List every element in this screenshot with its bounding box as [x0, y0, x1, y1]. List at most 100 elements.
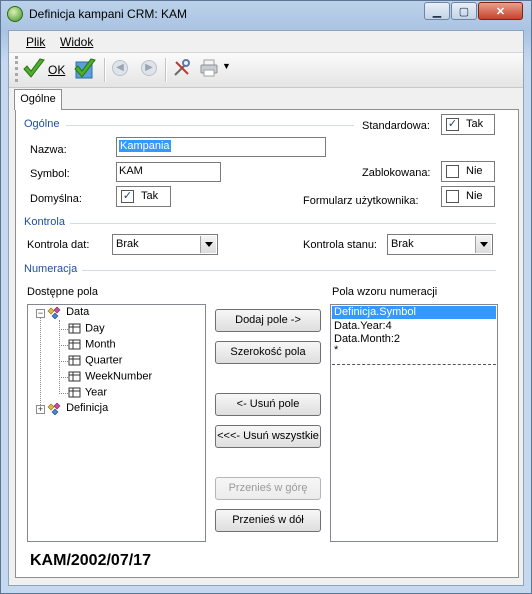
tree-node-definicja-label: Definicja	[66, 402, 109, 415]
dropdown-arrow-icon: ▼	[222, 61, 231, 71]
close-icon: ✕	[495, 5, 506, 18]
blocked-check-text: Nie	[466, 165, 483, 177]
tree-line	[40, 318, 41, 409]
default-label: Domyślna:	[30, 193, 82, 205]
remove-field-button[interactable]: <- Usuń pole	[215, 393, 321, 416]
standard-check-text: Tak	[466, 118, 484, 130]
tree-node-year[interactable]: Year	[67, 386, 107, 399]
move-up-button[interactable]: Przenieś w górę	[215, 477, 321, 500]
close-button[interactable]: ✕	[478, 2, 523, 20]
standard-check-icon: ✓	[446, 118, 459, 131]
save-close-button[interactable]	[72, 56, 98, 82]
tree-line	[59, 320, 60, 394]
toolbar-separator	[165, 58, 167, 82]
tree-node-data-label: Data	[66, 306, 90, 319]
add-field-button[interactable]: Dodaj pole ->	[215, 309, 321, 332]
blocked-label: Zablokowana:	[362, 167, 431, 179]
pattern-item-selected[interactable]: Definicja.Symbol	[332, 306, 496, 319]
field-width-button[interactable]: Szerokość pola	[215, 341, 321, 364]
chevron-down-icon[interactable]	[475, 236, 491, 253]
menu-plik[interactable]: Plik	[26, 35, 45, 49]
numbering-preview: KAM/2002/07/17	[30, 552, 151, 569]
back-icon[interactable]: ◀	[112, 60, 128, 76]
pattern-item[interactable]: *	[334, 344, 338, 356]
pattern-item-label: Definicja.Symbol	[334, 306, 416, 318]
available-fields-label: Dostępne pola	[27, 286, 98, 298]
checkmark-icon	[23, 58, 45, 78]
symbol-field[interactable]: KAM	[116, 162, 221, 182]
tree-node-quarter-label: Quarter	[85, 354, 123, 367]
title-bar[interactable]: Definicja kampani CRM: KAM ▁ ▢ ✕	[0, 0, 532, 28]
field-icon	[68, 339, 81, 350]
pattern-insert-marker	[332, 364, 496, 365]
name-value: Kampania	[119, 140, 171, 152]
tab-general-label: Ogólne	[20, 93, 56, 105]
minimize-button[interactable]: ▁	[424, 2, 450, 20]
tree-node-year-label: Year	[84, 386, 108, 399]
userform-check-text: Nie	[466, 190, 483, 202]
blocked-checkbox[interactable]: Nie	[441, 161, 495, 182]
group-control-line	[70, 223, 496, 224]
date-control-select[interactable]: Brak	[112, 234, 218, 255]
field-icon	[68, 323, 81, 334]
group-general-title: Ogólne	[24, 118, 60, 130]
tree-node-quarter[interactable]: Quarter	[67, 354, 122, 367]
remove-all-button[interactable]: <<<- Usuń wszystkie	[215, 425, 321, 448]
state-control-value: Brak	[391, 238, 414, 250]
maximize-icon: ▢	[458, 5, 470, 18]
window-title: Definicja kampani CRM: KAM	[29, 7, 188, 21]
state-control-select[interactable]: Brak	[387, 234, 493, 255]
available-fields-tree[interactable]	[27, 304, 206, 542]
app-icon	[7, 6, 23, 22]
standard-checkbox[interactable]: ✓ Tak	[441, 114, 495, 135]
pattern-fields-label: Pola wzoru numeracji	[332, 286, 438, 298]
symbol-value: KAM	[119, 165, 143, 177]
pattern-item[interactable]: Data.Year:4	[334, 320, 392, 332]
tab-general[interactable]: Ogólne	[14, 89, 62, 110]
blocked-check-icon	[446, 165, 459, 178]
expand-icon[interactable]: +	[36, 405, 45, 414]
menu-plik-label: Plik	[26, 35, 46, 49]
ok-button[interactable]: OK	[22, 56, 68, 82]
move-down-button[interactable]: Przenieś w dół	[215, 509, 321, 532]
tree-node-definicja[interactable]: Definicja	[47, 402, 109, 416]
name-label: Nazwa:	[30, 144, 67, 156]
name-field[interactable]: Kampania	[116, 137, 326, 157]
tools-button[interactable]	[173, 59, 191, 77]
state-control-label: Kontrola stanu:	[303, 239, 377, 251]
minimize-icon: ▁	[432, 5, 442, 18]
field-icon	[68, 355, 81, 366]
date-control-label: Kontrola dat:	[27, 239, 90, 251]
tree-node-month-label: Month	[85, 338, 116, 351]
date-control-value: Brak	[116, 238, 139, 250]
tools-icon	[174, 59, 190, 76]
chevron-down-icon[interactable]	[200, 236, 216, 253]
tree-node-month[interactable]: Month	[67, 338, 116, 351]
ok-label: OK	[48, 63, 66, 77]
menu-widok[interactable]: Widok	[60, 35, 93, 49]
userform-checkbox[interactable]: Nie	[441, 186, 495, 207]
tree-node-day-label: Day	[85, 322, 105, 335]
folder-diamond-icon	[47, 306, 61, 320]
printer-icon	[200, 59, 218, 77]
collapse-icon[interactable]: −	[36, 309, 45, 318]
group-control-title: Kontrola	[24, 216, 65, 228]
group-numbering-line	[82, 270, 496, 271]
folder-diamond-icon	[47, 402, 61, 416]
default-check-icon: ✓	[121, 190, 134, 203]
forward-icon[interactable]: ▶	[141, 60, 157, 76]
pattern-item[interactable]: Data.Month:2	[334, 333, 400, 345]
group-numbering-title: Numeracja	[24, 263, 78, 275]
print-button[interactable]: ▼	[199, 59, 233, 77]
maximize-button[interactable]: ▢	[451, 2, 477, 20]
tree-node-day[interactable]: Day	[67, 322, 105, 335]
symbol-label: Symbol:	[30, 168, 70, 180]
field-icon	[68, 371, 81, 382]
tree-node-data[interactable]: Data	[47, 306, 90, 320]
default-checkbox[interactable]: ✓ Tak	[116, 186, 171, 207]
field-icon	[68, 387, 81, 398]
group-general-line	[66, 125, 354, 126]
userform-check-icon	[446, 190, 459, 203]
default-check-text: Tak	[141, 190, 159, 202]
tree-node-weeknumber[interactable]: WeekNumber	[67, 370, 152, 383]
